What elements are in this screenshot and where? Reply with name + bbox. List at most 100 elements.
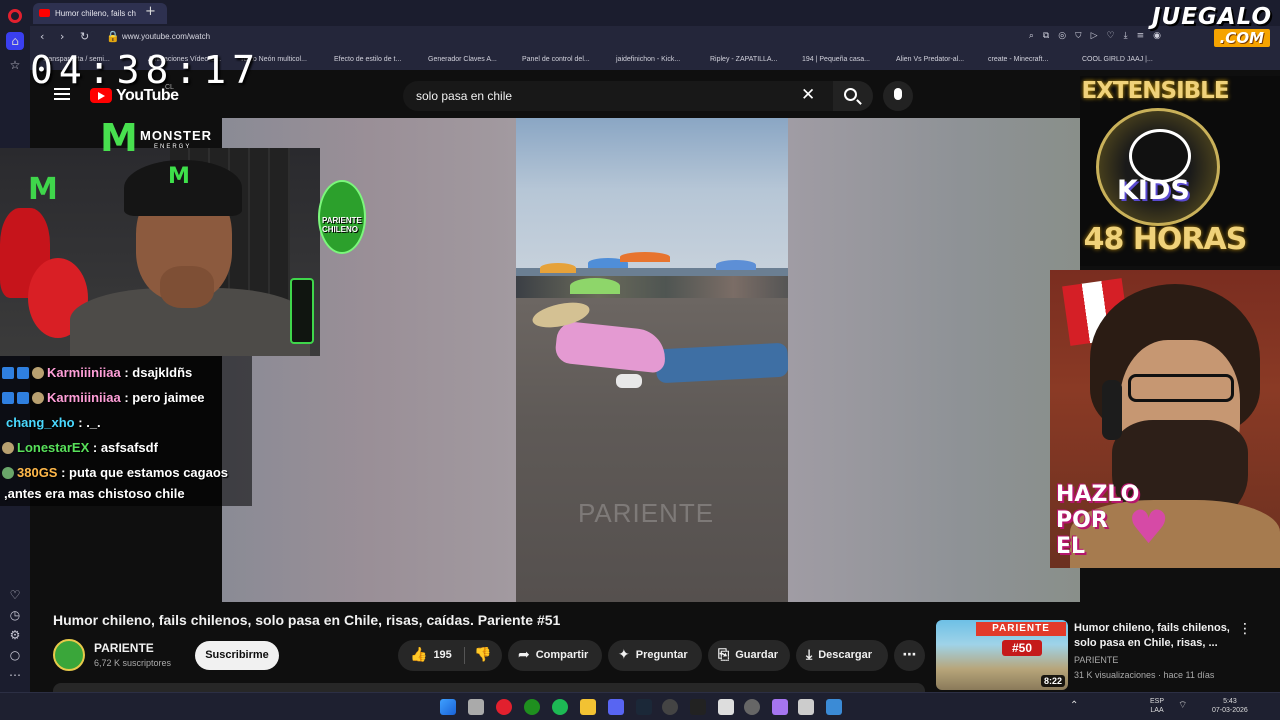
video-frame[interactable]: PARIENTE (516, 118, 788, 602)
description-box[interactable] (53, 683, 925, 692)
app-icon[interactable] (718, 699, 734, 715)
search-button[interactable] (833, 81, 873, 111)
language-indicator[interactable]: ESP LAA (1150, 697, 1164, 715)
task-view-icon[interactable] (468, 699, 484, 715)
settings-icon[interactable]: ⚙ (6, 626, 24, 644)
opera-taskbar-icon[interactable] (496, 699, 512, 715)
new-tab-icon[interactable]: + (145, 4, 156, 19)
share-icon: ➦ (518, 647, 530, 663)
chat-text: ,antes era mas chistoso chile (4, 486, 185, 501)
home-icon[interactable]: ⌂ (6, 32, 24, 50)
extensible-overlay: EXTENSIBLE KIDS 48 HORAS (1080, 76, 1280, 266)
subscribe-button[interactable]: Suscribirme (195, 641, 279, 670)
bookmark-item[interactable]: Panel de control del... (522, 56, 590, 63)
ask-button[interactable]: ✦ Preguntar (608, 640, 702, 671)
chat-user: LonestarEX (17, 440, 90, 455)
tab-bar: Humor chileno, fails ch + (30, 0, 1280, 26)
man-jeans (655, 342, 788, 384)
opera-logo-icon[interactable] (8, 9, 22, 23)
app-icon[interactable] (744, 699, 760, 715)
dislike-button[interactable]: 👎 (474, 640, 491, 671)
search-query[interactable]: solo pasa en chile (416, 89, 512, 103)
discord-icon[interactable] (608, 699, 624, 715)
channel-name[interactable]: PARIENTE (94, 641, 154, 655)
search-icon (844, 88, 857, 101)
recommended-channel[interactable]: PARIENTE (1074, 655, 1118, 665)
wifi-icon[interactable]: ⌔ (1178, 701, 1187, 711)
recommended-title[interactable]: Humor chileno, fails chilenos, solo pasa… (1074, 621, 1234, 651)
clock[interactable]: 5:43 07-03-2026 (1212, 697, 1248, 715)
chat-user: Karmiiiniiaa (47, 365, 121, 380)
juegalo-brand: JUEGALO (1151, 4, 1272, 30)
bookmark-item[interactable]: COOL GIRLD JAAJ |... (1082, 56, 1153, 63)
star-icon[interactable]: ☆ (6, 56, 24, 74)
video-watermark: PARIENTE (578, 498, 715, 528)
kids-badge: KIDS (1096, 108, 1220, 226)
app-icon[interactable] (826, 699, 842, 715)
chat-message: Karmiiiniiaa : dsajkldñs (2, 365, 192, 380)
save-button[interactable]: ⎘ Guardar (708, 640, 790, 671)
bookmark-item[interactable]: Generador Claves A... (428, 56, 497, 63)
chat-badge-icon (17, 392, 29, 404)
stream-chat: Karmiiiniiaa : dsajkldñs Karmiiiniiaa : … (0, 356, 252, 506)
chat-message: Karmiiiniiaa : pero jaimee (2, 390, 205, 405)
bookmark-item[interactable]: Efecto de estilo de t... (334, 56, 401, 63)
steam-icon[interactable] (636, 699, 652, 715)
tray-expand-icon[interactable]: ⌃ (1070, 701, 1078, 711)
chat-badge-icon (17, 367, 29, 379)
search-input[interactable]: solo pasa en chile ✕ (403, 81, 833, 111)
recommended-menu-icon[interactable]: ⋮ (1238, 621, 1252, 637)
like-dislike-group: 👍 195 👎 (398, 640, 502, 671)
windows-taskbar: ⌃ ESP LAA ⌔ 5:43 07-03-2026 (0, 692, 1280, 720)
app-icon[interactable] (772, 699, 788, 715)
chat-user: chang_xho (6, 415, 75, 430)
thumb-banner: PARIENTE (976, 622, 1066, 636)
xbox-icon[interactable] (524, 699, 540, 715)
voice-search-button[interactable] (883, 81, 913, 111)
tray-time: 5:43 (1223, 698, 1237, 705)
bookmark-item[interactable]: 194 | Pequeña casa... (802, 56, 870, 63)
address-bar: ‹ › ↻ 🔒 www.youtube.com/watch ⌕⧉◎⛉▷♡⤓≡◉ (30, 26, 1280, 50)
umbrella (716, 260, 756, 270)
video-duration: 8:22 (1040, 675, 1065, 687)
streamer-webcam: M M (0, 148, 320, 356)
like-count: 195 (433, 649, 452, 661)
bookmark-item[interactable]: Ripley - ZAPATILLA... (710, 56, 777, 63)
more-icon[interactable]: ⋯ (6, 666, 24, 684)
recommended-thumbnail[interactable]: PARIENTE #50 8:22 (936, 620, 1068, 690)
spotify-icon[interactable] (552, 699, 568, 715)
save-label: Guardar (735, 649, 778, 661)
heart-icon: ♥ (1128, 500, 1170, 554)
app-icon[interactable] (690, 699, 706, 715)
sticker-text: PARIENTE CHILENO (322, 216, 362, 234)
history-icon[interactable]: ◷ (6, 606, 24, 624)
back-icon[interactable]: ‹ (40, 30, 44, 43)
monster-name: MONSTER (140, 128, 212, 143)
app-icon[interactable] (798, 699, 814, 715)
download-button[interactable]: ⤓ Descargar (796, 640, 888, 671)
start-icon[interactable] (440, 699, 456, 715)
reload-icon[interactable]: ↻ (80, 30, 89, 43)
url-field[interactable]: www.youtube.com/watch (122, 32, 210, 41)
sparkle-icon: ✦ (618, 647, 630, 663)
recommended-meta: 31 K visualizaciones · hace 11 días (1074, 670, 1215, 680)
tray-date: 07-03-2026 (1212, 707, 1248, 714)
folder-icon[interactable] (580, 699, 596, 715)
streamer-avatar-art: HAZLO POR EL ♥ (1050, 270, 1280, 568)
hazlo-text: HAZLO POR EL (1056, 482, 1139, 560)
heart-icon[interactable]: ♡ (6, 586, 24, 604)
clear-search-icon[interactable]: ✕ (801, 85, 815, 105)
like-button[interactable]: 👍 195 (410, 640, 452, 671)
share-button[interactable]: ➦ Compartir (508, 640, 602, 671)
more-actions-button[interactable]: ⋯ (894, 640, 925, 671)
bookmark-item[interactable]: jaidefinichon - Kick... (616, 56, 680, 63)
obs-icon[interactable] (662, 699, 678, 715)
share-label: Compartir (535, 649, 589, 661)
channel-avatar[interactable] (53, 639, 85, 671)
shoe (616, 374, 642, 388)
monster-claw-icon: M (100, 116, 138, 160)
bookmark-item[interactable]: Alien Vs Predator-al... (896, 56, 964, 63)
bulb-icon[interactable]: ○ (6, 646, 24, 664)
forward-icon[interactable]: › (60, 30, 64, 43)
bookmark-item[interactable]: create - Minecraft... (988, 56, 1048, 63)
